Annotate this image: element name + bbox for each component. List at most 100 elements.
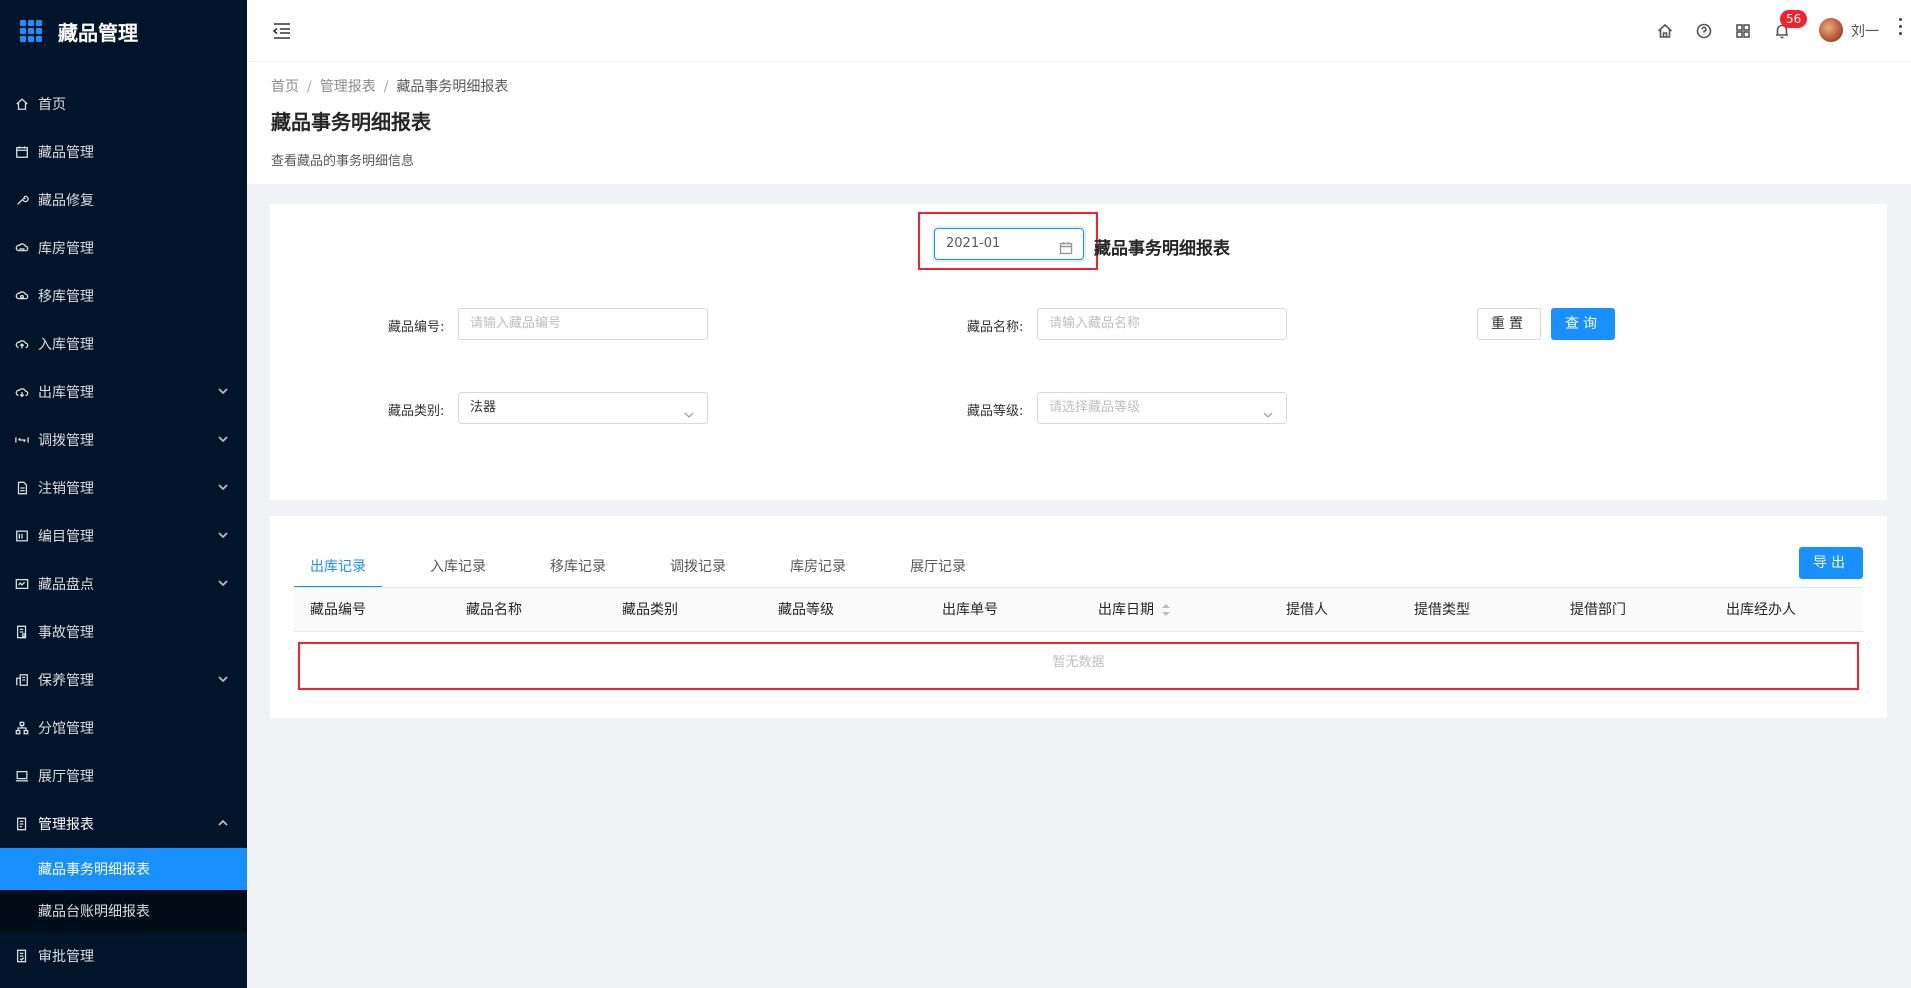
name-placeholder: 请输入藏品名称	[1049, 316, 1141, 331]
sidebar-item-maintenance[interactable]: 保养管理	[0, 656, 247, 704]
tab-label: 库房记录	[790, 559, 846, 575]
help-icon[interactable]	[1695, 22, 1713, 40]
sidebar-item-reports[interactable]: 管理报表	[0, 800, 247, 848]
warehouse-icon	[14, 240, 30, 256]
tab-warehouse[interactable]: 库房记录	[774, 552, 894, 588]
chevron-down-icon	[683, 403, 695, 419]
category-select[interactable]: 法器	[458, 392, 708, 424]
level-select[interactable]: 请选择藏品等级	[1037, 392, 1287, 424]
query-button-label: 查询	[1565, 316, 1601, 332]
sidebar-item-label: 调拨管理	[38, 433, 94, 449]
hall-icon	[14, 768, 30, 784]
chevron-up-icon	[217, 817, 229, 829]
reports-submenu: 藏品事务明细报表 藏品台账明细报表	[0, 848, 247, 932]
export-button-label: 导出	[1813, 555, 1849, 571]
page-description: 查看藏品的事务明细信息	[271, 154, 415, 169]
chevron-down-icon	[217, 673, 229, 685]
top-header: 56 刘一	[247, 0, 1911, 62]
sidebar-item-label: 藏品事务明细报表	[38, 862, 150, 878]
reset-button[interactable]: 重置	[1477, 308, 1541, 340]
chevron-down-icon	[217, 529, 229, 541]
tab-hall[interactable]: 展厅记录	[894, 552, 1014, 588]
tab-inbound[interactable]: 入库记录	[414, 552, 534, 588]
column-header-sortable[interactable]: 出库日期	[1098, 588, 1170, 632]
sidebar-item-cancellation[interactable]: 注销管理	[0, 464, 247, 512]
sidebar-item-home[interactable]: 首页	[0, 80, 247, 128]
calendar-icon	[14, 144, 30, 160]
sidebar-item-outbound[interactable]: 出库管理	[0, 368, 247, 416]
export-button[interactable]: 导出	[1799, 547, 1863, 579]
catalog-icon	[14, 528, 30, 544]
month-picker[interactable]: 2021-01	[934, 228, 1084, 260]
sidebar-item-label: 移库管理	[38, 289, 94, 305]
page-header: 首页 / 管理报表 / 藏品事务明细报表 藏品事务明细报表 查看藏品的事务明细信息	[247, 62, 1911, 184]
tab-label: 出库记录	[310, 559, 366, 575]
sidebar-item-inbound[interactable]: 入库管理	[0, 320, 247, 368]
sidebar-item-repair[interactable]: 藏品修复	[0, 176, 247, 224]
avatar[interactable]	[1819, 18, 1843, 42]
chevron-down-icon	[217, 385, 229, 397]
breadcrumb-separator: /	[307, 79, 312, 95]
chevron-down-icon	[217, 481, 229, 493]
sidebar-item-label: 藏品管理	[38, 145, 94, 161]
inventory-icon	[14, 576, 30, 592]
sidebar-item-approval[interactable]: 审批管理	[0, 932, 247, 980]
sidebar: 藏品管理 首页 藏品管理 藏品修复 库房管理 移库管理 入库管理 出库管理 调拨…	[0, 0, 247, 988]
column-header: 出库经办人	[1726, 602, 1796, 618]
approval-icon	[14, 948, 30, 964]
name-input[interactable]: 请输入藏品名称	[1037, 308, 1287, 340]
column-header: 藏品名称	[466, 602, 522, 618]
user-name[interactable]: 刘一	[1851, 21, 1879, 41]
sidebar-item-branch[interactable]: 分馆管理	[0, 704, 247, 752]
home-icon[interactable]	[1656, 22, 1674, 40]
more-vertical-icon[interactable]	[1897, 18, 1903, 38]
table-header: 藏品编号 藏品名称 藏品类别 藏品等级 出库单号 出库日期 提借人 提借类型 提…	[294, 588, 1863, 632]
sidebar-subitem-ledger-report[interactable]: 藏品台账明细报表	[0, 890, 247, 932]
records-card: 出库记录 入库记录 移库记录 调拨记录 库房记录 展厅记录 导出 藏品编号 藏品…	[270, 516, 1887, 718]
upload-cloud-icon	[14, 336, 30, 352]
breadcrumb-reports[interactable]: 管理报表	[320, 79, 376, 95]
chevron-down-icon	[217, 577, 229, 589]
menu-fold-icon[interactable]	[271, 20, 293, 42]
calendar-icon	[1059, 237, 1073, 255]
sidebar-item-catalog[interactable]: 编目管理	[0, 512, 247, 560]
sidebar-item-warehouse[interactable]: 库房管理	[0, 224, 247, 272]
sidebar-subitem-transaction-report[interactable]: 藏品事务明细报表	[0, 848, 247, 890]
sort-icon[interactable]	[1162, 604, 1170, 616]
records-tabs: 出库记录 入库记录 移库记录 调拨记录 库房记录 展厅记录	[294, 552, 1014, 588]
tab-label: 移库记录	[550, 559, 606, 575]
download-cloud-icon	[14, 384, 30, 400]
wrench-icon	[14, 192, 30, 208]
apps-icon[interactable]	[1734, 22, 1752, 40]
code-input[interactable]: 请输入藏品编号	[458, 308, 708, 340]
report-title: 藏品事务明细报表	[1094, 239, 1230, 259]
sidebar-item-hall[interactable]: 展厅管理	[0, 752, 247, 800]
breadcrumb: 首页 / 管理报表 / 藏品事务明细报表	[271, 76, 508, 96]
sidebar-menu: 首页 藏品管理 藏品修复 库房管理 移库管理 入库管理 出库管理 调拨管理 注销…	[0, 80, 247, 980]
query-button[interactable]: 查询	[1551, 308, 1615, 340]
maintenance-icon	[14, 672, 30, 688]
sidebar-item-transfer[interactable]: 移库管理	[0, 272, 247, 320]
code-placeholder: 请输入藏品编号	[470, 316, 562, 331]
column-header-label: 出库日期	[1098, 602, 1154, 618]
sidebar-item-label: 保养管理	[38, 673, 94, 689]
sidebar-item-inventory[interactable]: 藏品盘点	[0, 560, 247, 608]
highlight-box	[298, 642, 1859, 690]
sidebar-item-label: 编目管理	[38, 529, 94, 545]
tab-allocation[interactable]: 调拨记录	[654, 552, 774, 588]
sidebar-item-label: 管理报表	[38, 817, 94, 833]
filter-card: 2021-01 藏品事务明细报表 藏品编号: 请输入藏品编号 藏品名称: 请输入…	[270, 204, 1887, 500]
sidebar-item-allocation[interactable]: 调拨管理	[0, 416, 247, 464]
breadcrumb-home[interactable]: 首页	[271, 79, 299, 95]
sidebar-item-collection[interactable]: 藏品管理	[0, 128, 247, 176]
chevron-down-icon	[217, 433, 229, 445]
app-logo[interactable]: 藏品管理	[0, 0, 247, 62]
home-icon	[14, 96, 30, 112]
sidebar-item-label: 注销管理	[38, 481, 94, 497]
sidebar-item-label: 藏品盘点	[38, 577, 94, 593]
sidebar-item-incident[interactable]: 事故管理	[0, 608, 247, 656]
tab-transfer[interactable]: 移库记录	[534, 552, 654, 588]
tab-outbound[interactable]: 出库记录	[294, 552, 414, 588]
apps-grid-icon	[20, 20, 42, 42]
column-header: 提借类型	[1414, 602, 1470, 618]
